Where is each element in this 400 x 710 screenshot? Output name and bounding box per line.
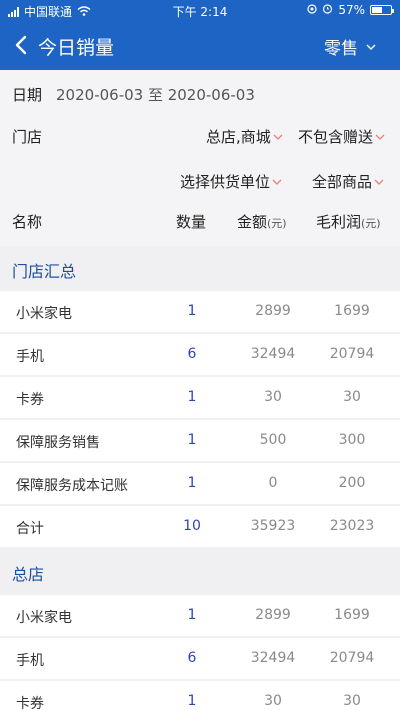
row-profit: 30 xyxy=(343,389,361,405)
row-amount: 0 xyxy=(268,475,278,491)
section-title: 门店汇总 xyxy=(12,262,77,281)
row-profit: 1699 xyxy=(334,303,370,319)
page-title: 今日销量 xyxy=(38,37,115,59)
row-amount: 32494 xyxy=(250,650,296,666)
row-profit: 30 xyxy=(343,693,361,709)
row-qty: 10 xyxy=(183,518,201,534)
section-title: 总店 xyxy=(12,565,45,584)
row-name: 卡券 xyxy=(16,392,44,408)
table-row[interactable]: 手机 6 32494 20794 xyxy=(0,334,400,375)
row-qty: 6 xyxy=(187,346,197,362)
store-filter-value: 总店,商城 xyxy=(206,128,271,146)
status-bar: 中国联通 下午 2:14 57% xyxy=(0,0,400,22)
row-profit: 20794 xyxy=(329,346,375,362)
row-qty: 1 xyxy=(187,693,197,709)
profit-unit: (元) xyxy=(361,217,381,230)
top-bar: 中国联通 下午 2:14 57% 今日销量 零售 xyxy=(0,0,400,70)
gift-filter-value: 不包含赠送 xyxy=(298,128,374,146)
row-amount: 30 xyxy=(264,693,282,709)
amount-label: 金额 xyxy=(237,213,268,231)
table-row[interactable]: 保障服务销售 1 500 300 xyxy=(0,420,400,461)
row-amount: 35923 xyxy=(250,518,296,534)
row-profit: 23023 xyxy=(329,518,375,534)
table-row[interactable]: 卡券 1 30 30 xyxy=(0,681,400,710)
row-name: 保障服务销售 xyxy=(16,435,100,451)
battery-icon xyxy=(370,5,394,15)
goods-filter[interactable]: 全部商品 xyxy=(312,171,384,192)
table-row[interactable]: 保障服务成本记账 1 0 200 xyxy=(0,463,400,504)
filter-panel: 日期 2020-06-03 至 2020-06-03 门店 总店,商城 不包含赠… xyxy=(0,70,400,246)
row-name: 卡券 xyxy=(16,696,44,710)
row-qty: 1 xyxy=(187,607,197,623)
row-name: 手机 xyxy=(16,653,44,669)
date-label: 日期 xyxy=(12,86,43,104)
row-amount: 2899 xyxy=(255,303,291,319)
row-name: 小米家电 xyxy=(16,306,72,322)
row-name: 手机 xyxy=(16,349,44,365)
location-icon xyxy=(307,3,317,17)
date-row[interactable]: 日期 2020-06-03 至 2020-06-03 xyxy=(12,84,255,105)
mode-label: 零售 xyxy=(324,39,358,59)
row-qty: 1 xyxy=(187,475,197,491)
row-amount: 30 xyxy=(264,389,282,405)
supplier-filter-value: 选择供货单位 xyxy=(180,173,271,191)
total-row[interactable]: 合计 10 35923 23023 xyxy=(0,506,400,547)
row-qty: 1 xyxy=(187,389,197,405)
row-name: 保障服务成本记账 xyxy=(16,478,128,494)
row-name: 小米家电 xyxy=(16,610,72,626)
table-row[interactable]: 小米家电 1 2899 1699 xyxy=(0,291,400,332)
goods-filter-value: 全部商品 xyxy=(312,173,373,191)
row-profit: 1699 xyxy=(334,607,370,623)
row-profit: 300 xyxy=(338,432,366,448)
gift-filter[interactable]: 不包含赠送 xyxy=(298,126,385,147)
table-row[interactable]: 手机 6 32494 20794 xyxy=(0,638,400,679)
column-header-profit: 毛利润(元) xyxy=(316,211,381,232)
column-header-name: 名称 xyxy=(12,213,43,231)
amount-unit: (元) xyxy=(267,217,287,230)
date-range[interactable]: 2020-06-03 至 2020-06-03 xyxy=(56,84,255,105)
dropdown-arrow-icon xyxy=(272,175,282,188)
store-filter[interactable]: 总店,商城 xyxy=(206,126,283,147)
profit-label: 毛利润 xyxy=(316,213,362,231)
row-name: 合计 xyxy=(16,521,44,537)
table-row[interactable]: 卡券 1 30 30 xyxy=(0,377,400,418)
row-qty: 1 xyxy=(187,432,197,448)
table-row[interactable]: 小米家电 1 2899 1699 xyxy=(0,595,400,636)
nav-bar: 今日销量 零售 xyxy=(0,22,400,70)
row-amount: 2899 xyxy=(255,607,291,623)
chevron-down-icon xyxy=(366,40,376,53)
dropdown-arrow-icon xyxy=(273,130,283,143)
row-amount: 32494 xyxy=(250,346,296,362)
row-profit: 200 xyxy=(338,475,366,491)
supplier-filter[interactable]: 选择供货单位 xyxy=(180,171,282,192)
row-qty: 6 xyxy=(187,650,197,666)
alarm-icon xyxy=(322,3,333,17)
dropdown-arrow-icon xyxy=(374,175,384,188)
column-header-qty: 数量 xyxy=(176,213,207,231)
column-header-amount: 金额(元) xyxy=(237,211,287,232)
row-profit: 20794 xyxy=(329,650,375,666)
mode-selector[interactable]: 零售 xyxy=(324,34,376,59)
store-label: 门店 xyxy=(12,128,43,146)
battery-percent: 57% xyxy=(338,3,365,17)
back-arrow-icon[interactable] xyxy=(14,34,36,58)
row-qty: 1 xyxy=(187,303,197,319)
row-amount: 500 xyxy=(259,432,287,448)
dropdown-arrow-icon xyxy=(375,130,385,143)
